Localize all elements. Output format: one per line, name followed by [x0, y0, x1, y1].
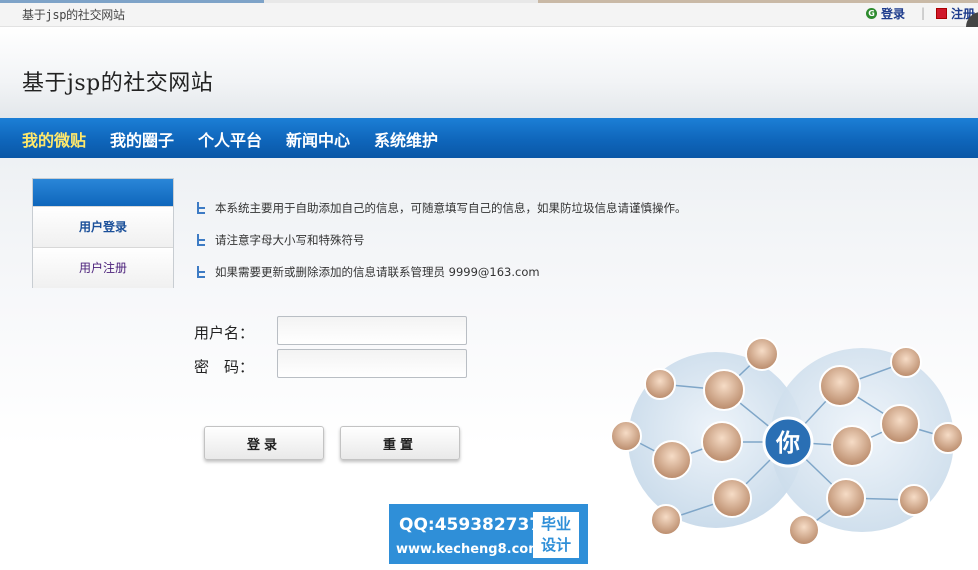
watermark-badge: 毕业 设计 — [533, 512, 579, 558]
avatar — [898, 484, 930, 516]
nav-item-my-circle[interactable]: 我的圈子 — [110, 127, 174, 151]
tree-bullet-icon — [196, 266, 206, 278]
sidebar-item-user-register[interactable]: 用户注册 — [33, 247, 173, 288]
reset-button[interactable]: 重置 — [340, 426, 460, 460]
password-label: 密 码： — [194, 358, 255, 376]
main-nav: 我的微贴 我的圈子 个人平台 新闻中心 系统维护 — [0, 118, 978, 158]
top-login-label: 登录 — [881, 7, 906, 21]
avatar — [932, 422, 964, 454]
social-network-illustration: 你 — [610, 337, 964, 546]
watermark-qq: QQ:459382737 — [399, 515, 542, 535]
site-title: 基于jsp的社交网站 — [22, 71, 214, 96]
password-input[interactable] — [277, 349, 467, 378]
sidebar-header — [33, 179, 173, 206]
username-label: 用户名： — [194, 324, 255, 342]
browser-page-title: 基于jsp的社交网站 — [22, 8, 125, 22]
avatar — [610, 420, 642, 452]
avatar — [831, 425, 873, 467]
username-input[interactable] — [277, 316, 467, 345]
tree-bullet-icon — [196, 202, 206, 214]
avatar — [788, 514, 820, 546]
notice-text: 如果需要更新或删除添加的信息请联系管理员 9999@163.com — [215, 265, 540, 279]
nav-item-system-maintenance[interactable]: 系统维护 — [374, 127, 438, 151]
watermark-banner: QQ:459382737 www.kecheng8.com 毕业 设计 — [389, 504, 588, 564]
avatar — [826, 478, 866, 518]
top-accent-stripe — [0, 0, 978, 3]
avatar — [819, 365, 861, 407]
avatar — [712, 478, 752, 518]
notice-text: 本系统主要用于自助添加自己的信息，可随意填写自己的信息，如果防垃圾信息请谨慎操作… — [215, 201, 687, 215]
watermark-badge-line2: 设计 — [540, 536, 571, 554]
sidebar-item-user-login[interactable]: 用户登录 — [33, 206, 173, 247]
notice-item: 如果需要更新或删除添加的信息请联系管理员 9999@163.com — [196, 256, 687, 288]
nav-item-personal-platform[interactable]: 个人平台 — [198, 127, 262, 151]
top-separator: | — [921, 6, 926, 20]
notice-list: 本系统主要用于自助添加自己的信息，可随意填写自己的信息，如果防垃圾信息请谨慎操作… — [196, 192, 687, 288]
avatar — [650, 504, 682, 536]
notice-item: 本系统主要用于自助添加自己的信息，可随意填写自己的信息，如果防垃圾信息请谨慎操作… — [196, 192, 687, 224]
nav-item-my-posts[interactable]: 我的微贴 — [22, 127, 86, 151]
nav-item-news-center[interactable]: 新闻中心 — [286, 127, 350, 151]
center-you-label: 你 — [775, 429, 800, 457]
top-bar: 基于jsp的社交网站 G 登录 | 注册 — [0, 0, 978, 27]
avatar — [701, 421, 743, 463]
register-icon — [936, 8, 947, 19]
avatar — [652, 440, 692, 480]
notice-text: 请注意字母大小写和特殊符号 — [215, 233, 365, 247]
notice-item: 请注意字母大小写和特殊符号 — [196, 224, 687, 256]
avatar — [880, 404, 920, 444]
avatar — [703, 369, 745, 411]
avatar — [890, 346, 922, 378]
top-login-link[interactable]: G 登录 — [866, 5, 905, 22]
login-button[interactable]: 登录 — [204, 426, 324, 460]
avatar — [745, 337, 779, 371]
tree-bullet-icon — [196, 234, 206, 246]
watermark-url: www.kecheng8.com — [396, 542, 542, 557]
login-icon: G — [866, 8, 877, 19]
header: 基于jsp的社交网站 — [0, 27, 978, 118]
avatar — [644, 368, 676, 400]
sidebar: 用户登录 用户注册 — [32, 178, 174, 288]
watermark-badge-line1: 毕业 — [540, 515, 571, 533]
